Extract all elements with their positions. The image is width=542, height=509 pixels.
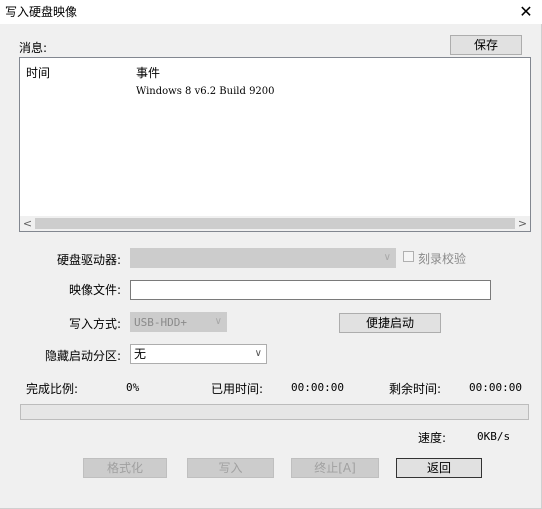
- write-mode-value: USB-HDD+: [134, 316, 187, 329]
- write-mode-select[interactable]: USB-HDD+ ∨: [130, 312, 227, 332]
- horizontal-scrollbar[interactable]: < >: [20, 216, 530, 231]
- hidden-partition-select[interactable]: 无 ∨: [130, 344, 267, 364]
- elapsed-time-value: 00:00:00: [291, 381, 344, 394]
- window-title: 写入硬盘映像: [5, 5, 78, 19]
- quick-boot-button[interactable]: 便捷启动: [339, 313, 441, 333]
- write-disk-image-dialog: 写入硬盘映像 ✕ 消息: 保存 时间 事件 Windows 8 v6.2 Bui…: [0, 0, 542, 509]
- chevron-down-icon: ∨: [214, 316, 222, 327]
- hidden-partition-value: 无: [134, 347, 147, 361]
- remaining-time-value: 00:00:00: [469, 381, 522, 394]
- speed-value: 0KB/s: [477, 430, 511, 443]
- progress-bar: [20, 404, 529, 420]
- chevron-right-icon[interactable]: >: [515, 216, 530, 231]
- message-list[interactable]: 时间 事件 Windows 8 v6.2 Build 9200 < >: [19, 57, 531, 232]
- close-icon[interactable]: ✕: [512, 0, 540, 24]
- scrollbar-thumb[interactable]: [35, 218, 515, 229]
- drive-label: 硬盘驱动器:: [57, 253, 122, 267]
- abort-button[interactable]: 终止[A]: [291, 458, 379, 478]
- column-header-event: 事件: [136, 66, 161, 80]
- write-button[interactable]: 写入: [187, 458, 274, 478]
- elapsed-time-label: 已用时间:: [211, 382, 264, 396]
- complete-ratio-value: 0%: [126, 381, 140, 394]
- remaining-time-label: 剩余时间:: [389, 382, 442, 396]
- save-button[interactable]: 保存: [450, 35, 522, 55]
- verify-label: 刻录校验: [418, 252, 467, 266]
- back-button[interactable]: 返回: [396, 458, 482, 478]
- chevron-down-icon: ∨: [254, 348, 262, 359]
- image-file-label: 映像文件:: [69, 283, 122, 297]
- image-file-input[interactable]: [130, 280, 491, 300]
- chevron-down-icon: ∨: [383, 252, 391, 263]
- list-item: Windows 8 v6.2 Build 9200: [136, 86, 275, 97]
- messages-label: 消息:: [19, 41, 48, 55]
- write-mode-label: 写入方式:: [69, 317, 122, 331]
- column-header-time: 时间: [26, 66, 51, 80]
- chevron-left-icon[interactable]: <: [20, 216, 35, 231]
- title-bar: 写入硬盘映像 ✕: [0, 0, 542, 24]
- speed-label: 速度:: [418, 431, 447, 445]
- drive-select[interactable]: ∨: [130, 248, 396, 268]
- complete-ratio-label: 完成比例:: [26, 382, 79, 396]
- verify-checkbox[interactable]: [403, 251, 414, 262]
- hidden-partition-label: 隐藏启动分区:: [45, 349, 122, 363]
- format-button[interactable]: 格式化: [83, 458, 167, 478]
